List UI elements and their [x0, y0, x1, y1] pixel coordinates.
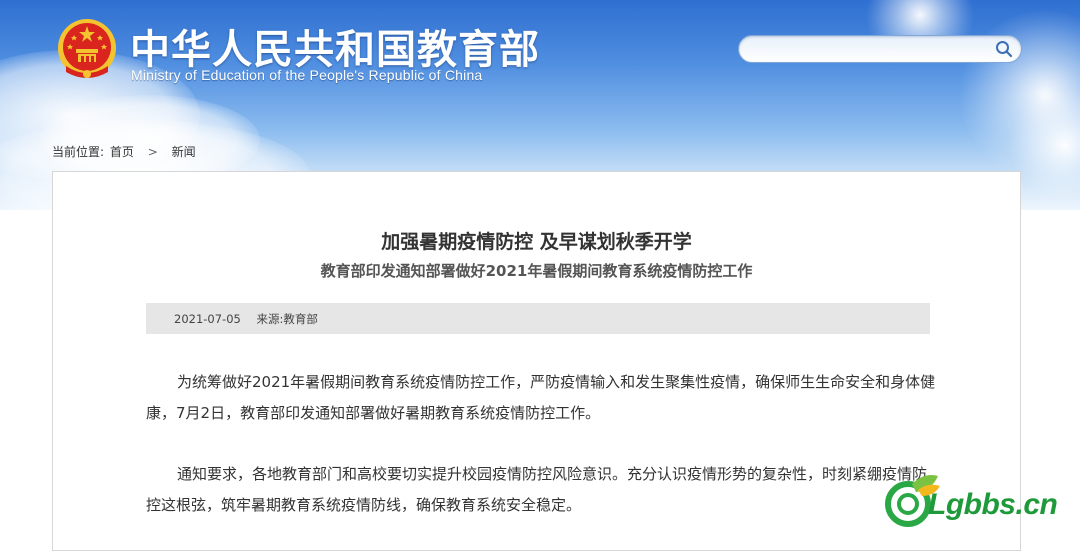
search-icon[interactable] [995, 40, 1013, 58]
watermark-text: Lgbbs.cn [928, 488, 1058, 521]
article-subtitle: 教育部印发通知部署做好2021年暑假期间教育系统疫情防控工作 [320, 262, 753, 280]
watermark: Lgbbs.cn [882, 468, 1072, 534]
article-source: 来源:教育部 [256, 312, 318, 326]
article-paragraph: 为统筹做好2021年暑假期间教育系统疫情防控工作，严防疫情输入和发生聚集性疫情，… [146, 373, 936, 422]
breadcrumb-prefix: 当前位置: [52, 145, 105, 159]
site-subtitle-english: Ministry of Education of the People's Re… [131, 67, 483, 83]
search-input[interactable] [751, 39, 995, 61]
article-meta-bar: 2021-07-05 来源:教育部 [146, 303, 930, 334]
article-panel: 加强暑期疫情防控 及早谋划秋季开学 教育部印发通知部署做好2021年暑假期间教育… [52, 171, 1021, 551]
article-title: 加强暑期疫情防控 及早谋划秋季开学 [381, 231, 692, 253]
article-date: 2021-07-05 [174, 312, 241, 326]
breadcrumb-home-link[interactable]: 首页 [110, 145, 134, 159]
chevron-right-icon: > [147, 144, 158, 159]
search-box[interactable] [738, 35, 1022, 63]
national-emblem-icon [58, 19, 116, 78]
breadcrumb: 当前位置: 首页 > 新闻 [52, 143, 196, 160]
article-meta: 2021-07-05 来源:教育部 [174, 311, 318, 327]
article-paragraph: 通知要求，各地教育部门和高校要切实提升校园疫情防控风险意识。充分认识疫情形势的复… [146, 465, 928, 514]
breadcrumb-current[interactable]: 新闻 [172, 145, 196, 159]
